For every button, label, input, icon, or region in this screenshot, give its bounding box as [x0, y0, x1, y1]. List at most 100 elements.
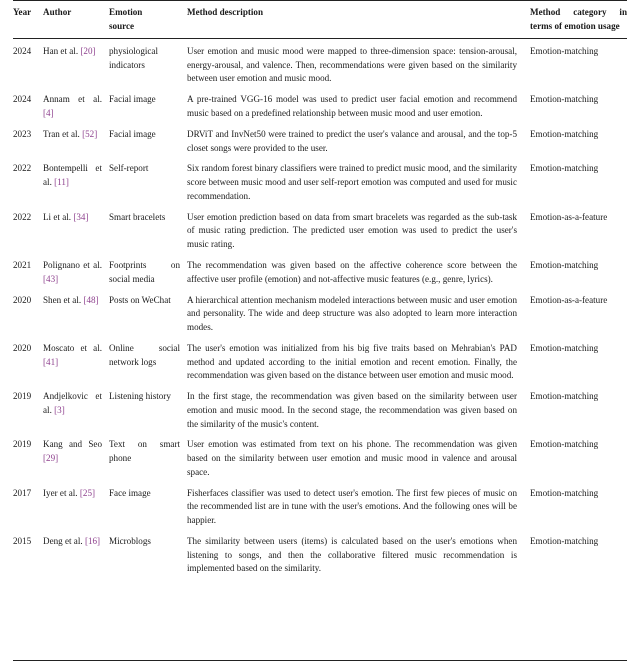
- author-name: Deng et al.: [43, 536, 83, 547]
- cell-method-description: The user's emotion was initialized from …: [187, 342, 517, 381]
- cell-author: Bontempelli et al. [11]: [43, 159, 109, 207]
- cell-emotion-source: Face image: [109, 487, 151, 498]
- cell-emotion-source: Posts on WeChat: [109, 294, 171, 305]
- cell-year: 2024: [13, 94, 32, 105]
- cell-method-category: Emotion-matching: [530, 45, 599, 56]
- cell-method-description: User emotion and music mood were mapped …: [187, 45, 517, 84]
- citation-link[interactable]: [4]: [43, 108, 54, 118]
- cell-emotion-source: Text on smart phone: [109, 439, 180, 464]
- table-row: 2024 Annam et al. [4] Facial image A pre-tr…: [13, 90, 627, 125]
- cell-emotion-source: Self-report: [109, 163, 149, 174]
- table-row: 2020 Moscato et al. [41] Online social net…: [13, 338, 627, 386]
- cell-emotion-source: Facial image: [109, 128, 156, 139]
- table-row: 2019 Kang and Seo [29] Text on smart phone…: [13, 435, 627, 483]
- citation-link[interactable]: [16]: [85, 536, 100, 546]
- author-name: Li et al.: [43, 211, 72, 222]
- cell-emotion-source: Footprints on social media: [109, 259, 180, 284]
- cell-method-description: A hierarchical attention mechanism model…: [187, 294, 517, 332]
- citation-link[interactable]: [48]: [83, 295, 98, 305]
- cell-author: Tran et al. [52]: [43, 124, 109, 159]
- cell-method-description: User emotion prediction based on data fr…: [187, 211, 517, 250]
- table-header: Year Author Emotion source Method descri…: [13, 0, 627, 40]
- cell-year: 2023: [13, 128, 32, 139]
- cell-year: 2019: [13, 439, 32, 450]
- citation-link[interactable]: [52]: [82, 129, 97, 139]
- cell-author: Polignano et al. [43]: [43, 255, 109, 290]
- table-row: 2022 Bontempelli et al. [11] Self-report Si…: [13, 159, 627, 207]
- cell-method-description: User emotion was estimated from text on …: [187, 439, 517, 477]
- cell-emotion-source: Microblogs: [109, 536, 151, 547]
- column-header-author: Author: [43, 0, 109, 40]
- cell-emotion-source: Online social network logs: [109, 342, 180, 367]
- table-row: 2017 Iyer et al. [25] Face image Fisherface…: [13, 483, 627, 531]
- citation-link[interactable]: [20]: [80, 46, 95, 56]
- column-header-year: Year: [13, 0, 43, 40]
- cell-year: 2019: [13, 391, 32, 402]
- cell-method-category: Emotion-as-a-feature: [530, 294, 608, 305]
- cell-method-category: Emotion-matching: [530, 259, 599, 270]
- citation-link[interactable]: [41]: [43, 357, 58, 367]
- cell-method-category: Emotion-matching: [530, 439, 599, 450]
- cell-year: 2021: [13, 259, 32, 270]
- cell-method-description: The recommendation was given based on th…: [187, 259, 517, 284]
- table-container: Year Author Emotion source Method descri…: [0, 0, 640, 667]
- cell-method-category: Emotion-matching: [530, 391, 599, 402]
- author-name: Tran et al.: [43, 128, 80, 139]
- column-header-method-description: Method description: [187, 0, 524, 40]
- author-name: Annam et al.: [43, 94, 102, 105]
- cell-method-description: The similarity between users (items) is …: [187, 536, 517, 574]
- table-row: 2024 Han et al. [20] physiological indicat…: [13, 39, 627, 90]
- column-header-emotion-source: Emotion source: [109, 0, 187, 40]
- cell-year: 2022: [13, 163, 32, 174]
- citation-link[interactable]: [34]: [73, 212, 88, 222]
- citation-link[interactable]: [43]: [43, 274, 58, 284]
- table-row: 2022 Li et al. [34] Smart bracelets User em…: [13, 207, 627, 255]
- cell-year: 2024: [13, 45, 32, 56]
- citation-link[interactable]: [29]: [43, 453, 58, 463]
- cell-year: 2017: [13, 487, 32, 498]
- cell-method-description: DRViT and InvNet50 were trained to predi…: [187, 128, 517, 153]
- author-name: Han et al.: [43, 45, 79, 56]
- author-name: Andjelkovic et al.: [43, 391, 102, 415]
- cell-emotion-source: Listening history: [109, 391, 171, 402]
- cell-method-category: Emotion-matching: [530, 94, 599, 105]
- cell-method-description: A pre-trained VGG-16 model was used to p…: [187, 94, 517, 118]
- table-row: 2020 Shen et al. [48] Posts on WeChat A hie…: [13, 290, 627, 338]
- author-name: Kang and Seo: [43, 439, 102, 450]
- cell-method-description: Fisherfaces classifier was used to detec…: [187, 487, 517, 526]
- author-name: Iyer et al.: [43, 487, 78, 498]
- cell-author: Iyer et al. [25]: [43, 483, 109, 531]
- cell-author: Annam et al. [4]: [43, 90, 109, 125]
- cell-author: Andjelkovic et al. [3]: [43, 387, 109, 435]
- cell-author: Han et al. [20]: [43, 39, 109, 90]
- table-row: 2019 Andjelkovic et al. [3] Listening hist…: [13, 387, 627, 435]
- author-name: Bontempelli et al.: [43, 163, 102, 188]
- citation-link[interactable]: [11]: [54, 177, 69, 187]
- cell-author: Moscato et al. [41]: [43, 338, 109, 386]
- cell-year: 2020: [13, 294, 32, 305]
- cell-emotion-source: Facial image: [109, 94, 156, 105]
- table-body: 2024 Han et al. [20] physiological indicat…: [13, 39, 627, 581]
- column-header-method-category: Method category in terms of emotion usag…: [524, 0, 627, 40]
- cell-author: Deng et al. [16]: [43, 531, 109, 581]
- cell-method-category: Emotion-as-a-feature: [530, 211, 608, 222]
- table-row: 2021 Polignano et al. [43] Footprints on s…: [13, 255, 627, 290]
- author-name: Moscato et al.: [43, 342, 102, 353]
- column-header-emotion-source-line2: source: [109, 20, 135, 31]
- cell-author: Shen et al. [48]: [43, 290, 109, 338]
- cell-method-category: Emotion-matching: [530, 487, 599, 498]
- comparison-table: Year Author Emotion source Method descri…: [13, 0, 627, 581]
- cell-year: 2020: [13, 342, 32, 353]
- cell-author: Kang and Seo [29]: [43, 435, 109, 483]
- table-bottom-rule: [13, 660, 627, 661]
- cell-method-category: Emotion-matching: [530, 128, 599, 139]
- citation-link[interactable]: [3]: [54, 405, 65, 415]
- cell-emotion-source: physiological indicators: [109, 45, 158, 70]
- citation-link[interactable]: [25]: [80, 488, 95, 498]
- cell-method-description: In the first stage, the recommendation w…: [187, 391, 517, 429]
- author-name: Shen et al.: [43, 294, 82, 305]
- cell-year: 2015: [13, 536, 32, 547]
- cell-method-category: Emotion-matching: [530, 342, 599, 353]
- cell-year: 2022: [13, 211, 32, 222]
- cell-method-category: Emotion-matching: [530, 536, 599, 547]
